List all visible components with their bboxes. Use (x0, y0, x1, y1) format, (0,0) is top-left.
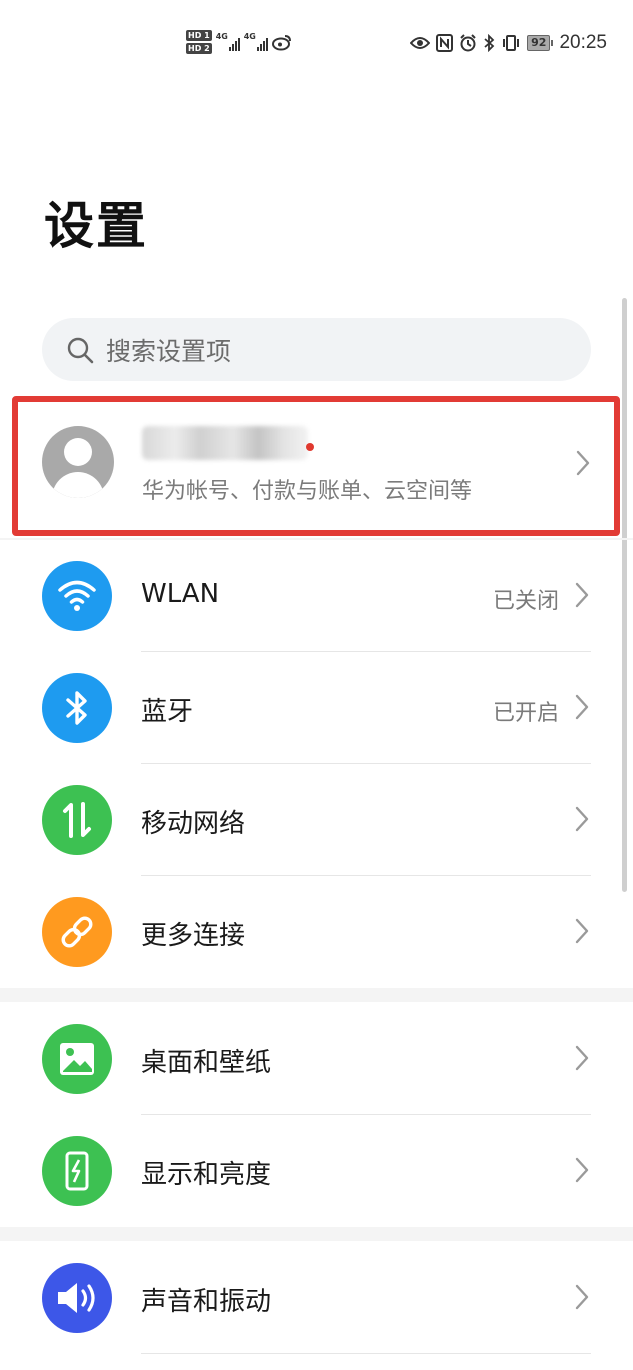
settings-item-label: WLAN (141, 579, 220, 609)
chevron-right-icon (575, 582, 589, 608)
divider (141, 1353, 591, 1354)
sound-icon (42, 1263, 112, 1333)
settings-item-label: 显示和亮度 (141, 1160, 272, 1190)
signal-sim2-icon: 4G (244, 32, 268, 52)
settings-item-mobile-network[interactable]: 移动网络 (0, 764, 633, 876)
search-icon (67, 337, 94, 363)
chevron-right-icon (575, 1157, 589, 1183)
chevron-right-icon (575, 1284, 589, 1310)
group-separator (0, 1227, 633, 1241)
nfc-icon (436, 34, 454, 52)
battery-level: 92 (527, 35, 551, 51)
link-icon (42, 897, 112, 967)
settings-item-bluetooth[interactable]: 蓝牙 已开启 (0, 652, 633, 764)
weibo-icon (271, 35, 291, 51)
settings-item-label: 声音和振动 (141, 1287, 272, 1317)
chevron-right-icon (575, 806, 589, 832)
settings-item-wlan[interactable]: WLAN 已关闭 (0, 540, 633, 652)
notification-dot (306, 443, 314, 451)
bluetooth-icon (42, 673, 112, 743)
settings-item-value: 已开启 (492, 701, 559, 726)
account-name-blurred (142, 426, 308, 460)
group-separator (0, 988, 633, 1002)
avatar (42, 426, 114, 498)
search-input[interactable]: 搜索设置项 (42, 318, 591, 381)
chevron-right-icon (575, 1045, 589, 1071)
alarm-icon (460, 34, 476, 52)
settings-item-more-connections[interactable]: 更多连接 (0, 876, 633, 988)
status-time: 20:25 (559, 32, 607, 53)
mobile-data-icon (42, 785, 112, 855)
hd-voice-icon: HD 1 HD 2 (186, 30, 212, 54)
battery-icon: 92 (527, 35, 554, 51)
chevron-right-icon (575, 918, 589, 944)
settings-item-sound[interactable]: 声音和振动 (0, 1242, 633, 1354)
settings-item-wallpaper[interactable]: 桌面和壁纸 (0, 1003, 633, 1115)
settings-item-value: 已关闭 (492, 589, 559, 614)
settings-item-label: 更多连接 (141, 921, 246, 951)
settings-item-label: 蓝牙 (141, 697, 194, 727)
signal-sim1-icon: 4G (216, 32, 240, 52)
vibrate-icon (503, 35, 520, 51)
eye-comfort-icon (410, 37, 431, 49)
settings-screen: HD 1 HD 2 4G 4G 92 20:25 设置 搜索设置项 华为帐号、付… (0, 0, 633, 1370)
settings-item-display[interactable]: 显示和亮度 (0, 1115, 633, 1227)
account-card[interactable]: 华为帐号、付款与账单、云空间等 (12, 396, 620, 536)
settings-item-label: 桌面和壁纸 (141, 1048, 272, 1078)
status-bar-left: HD 1 HD 2 4G 4G (186, 30, 292, 54)
status-bar: HD 1 HD 2 4G 4G 92 20:25 (0, 28, 633, 64)
page-title: 设置 (44, 197, 148, 255)
display-brightness-icon (42, 1136, 112, 1206)
bluetooth-status-icon (484, 34, 495, 52)
status-bar-right: 92 20:25 (410, 32, 607, 54)
wallpaper-icon (42, 1024, 112, 1094)
account-subtitle: 华为帐号、付款与账单、云空间等 (142, 479, 473, 504)
chevron-right-icon (575, 694, 589, 720)
hd2-badge: HD 2 (186, 43, 212, 54)
sim2-network-type: 4G (243, 32, 256, 41)
search-placeholder: 搜索设置项 (106, 336, 232, 366)
sim1-network-type: 4G (215, 32, 228, 41)
settings-item-label: 移动网络 (141, 809, 246, 839)
hd1-badge: HD 1 (186, 30, 212, 41)
chevron-right-icon (576, 450, 590, 476)
wifi-icon (42, 561, 112, 631)
